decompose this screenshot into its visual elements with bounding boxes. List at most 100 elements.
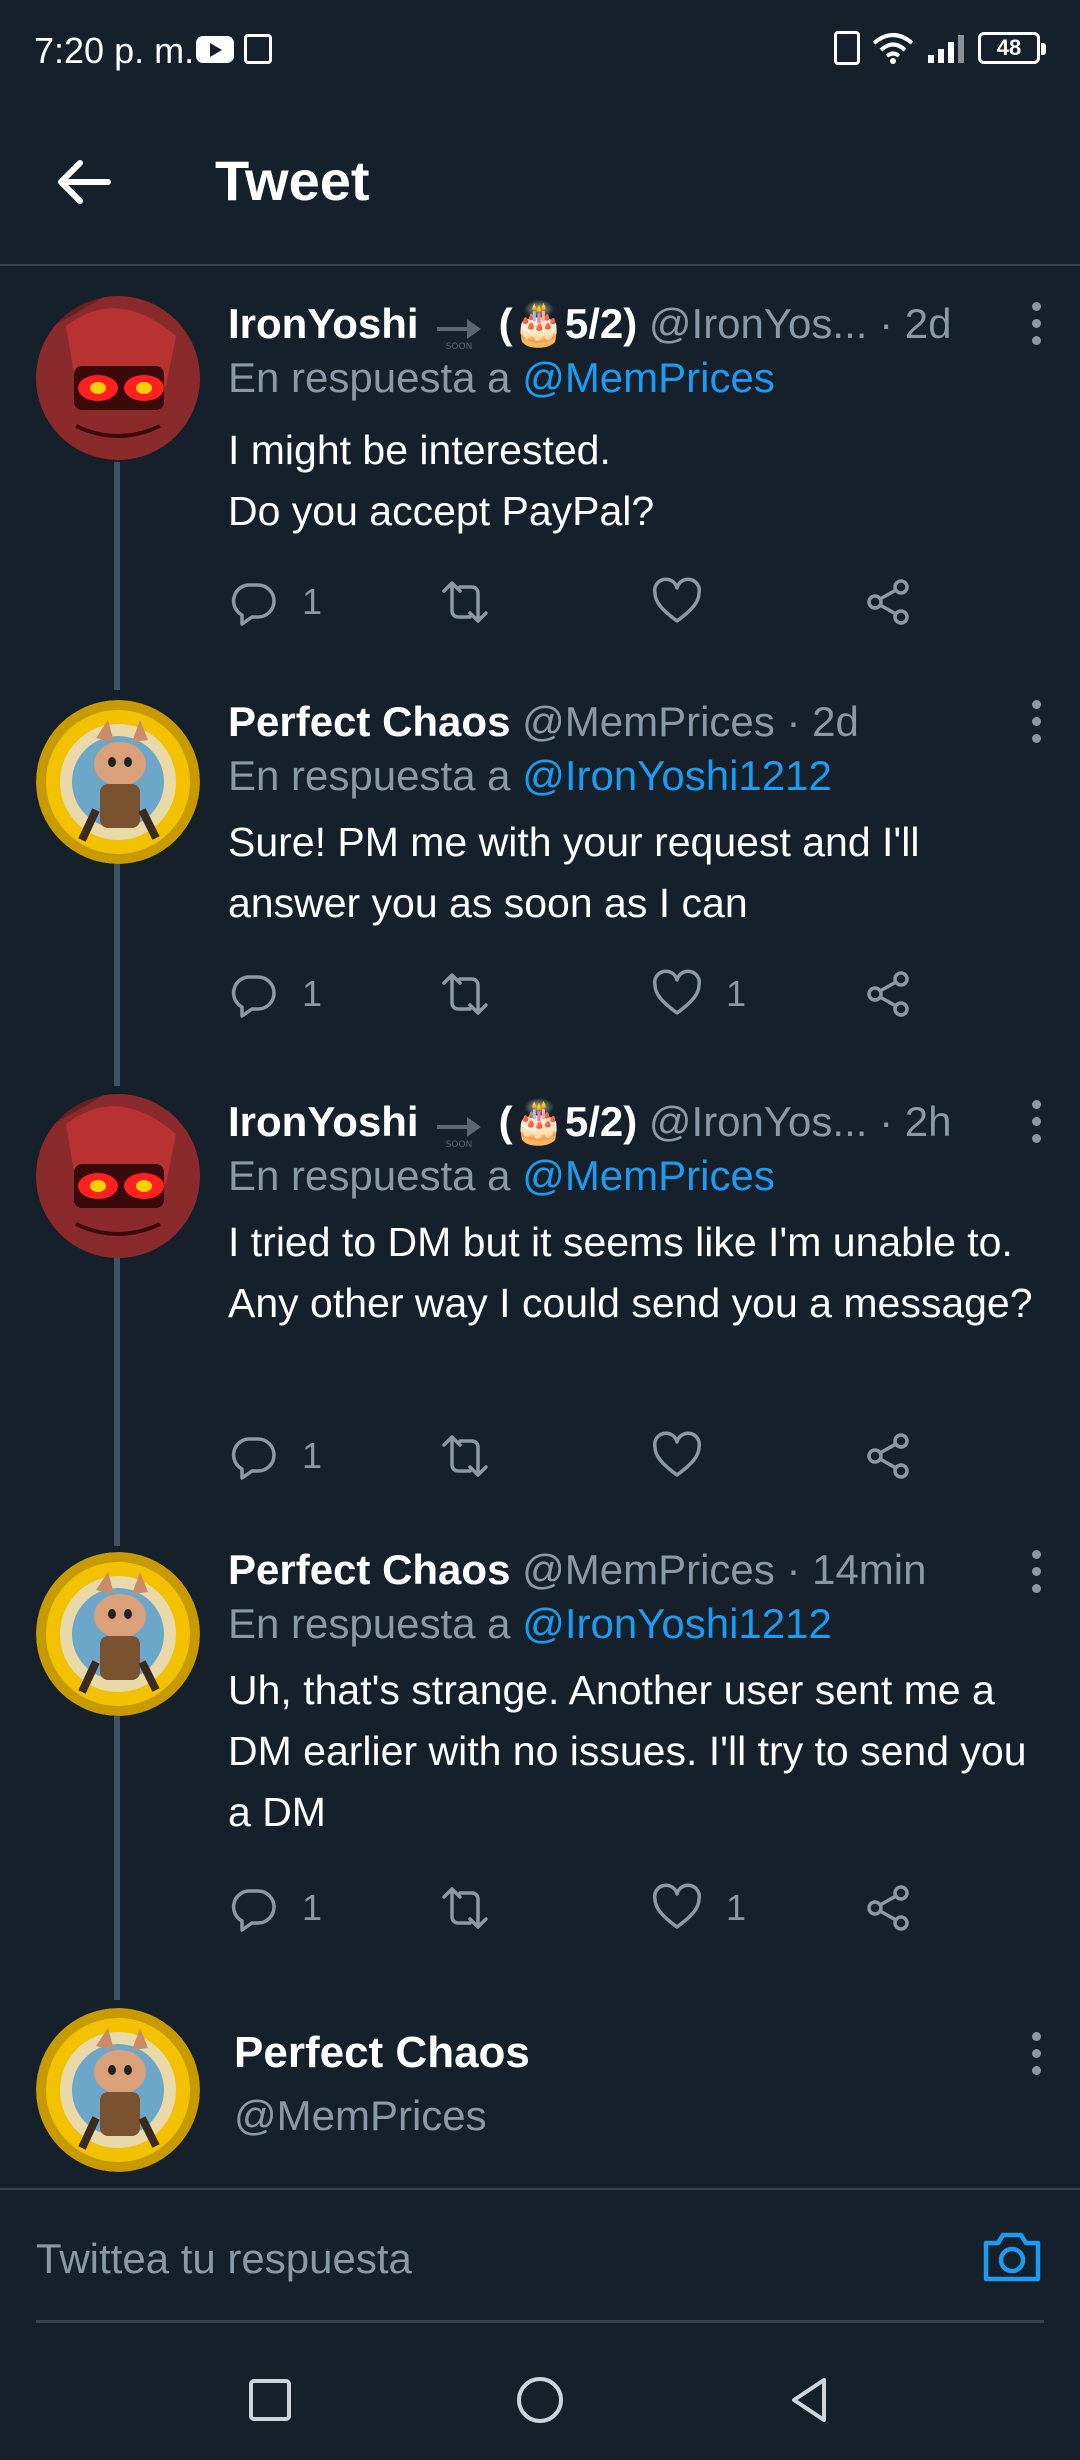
display-name[interactable]: IronYoshi: [228, 300, 419, 347]
reply-count: 1: [302, 581, 323, 622]
avatar[interactable]: [36, 700, 200, 864]
back-arrow-icon[interactable]: [52, 150, 116, 214]
name-badge: (🎂5/2): [498, 1098, 638, 1145]
page-title: Tweet: [215, 149, 370, 212]
reply-icon: [231, 1437, 276, 1480]
share-button[interactable]: [864, 1426, 914, 1486]
reply-mention-link[interactable]: @IronYoshi1212: [522, 1600, 832, 1647]
reply-context: En respuesta a @IronYoshi1212: [228, 1600, 832, 1648]
reply-mention-link[interactable]: @IronYoshi1212: [522, 752, 832, 799]
timestamp: · 14min: [786, 1546, 927, 1593]
status-bar: 7:20 p. m. 48: [0, 0, 1080, 100]
tweet-text: Uh, that's strange. Another user sent me…: [228, 1667, 1027, 1835]
like-button[interactable]: 1: [652, 1878, 746, 1938]
like-icon: [652, 969, 702, 1015]
thread-connector: [114, 1716, 120, 2000]
reply-button[interactable]: 1: [228, 964, 322, 1024]
retweet-button[interactable]: [440, 964, 490, 1024]
reply-icon: [231, 975, 276, 1018]
share-button[interactable]: [864, 1878, 914, 1938]
display-name[interactable]: Perfect Chaos: [228, 698, 510, 745]
thread-connector: [114, 462, 120, 690]
reply-prefix: En respuesta a: [228, 752, 523, 799]
display-name[interactable]: Perfect Chaos: [234, 2028, 530, 2078]
reply-icon: [231, 1889, 276, 1932]
avatar[interactable]: [36, 1552, 200, 1716]
avatar[interactable]: [36, 296, 200, 460]
reply-prefix: En respuesta a: [228, 354, 523, 401]
display-name[interactable]: IronYoshi: [228, 1098, 419, 1145]
youtube-notification-icon: [196, 36, 234, 63]
avatar[interactable]: [36, 2008, 200, 2172]
reply-button[interactable]: 1: [228, 1878, 322, 1938]
soon-label: SOON: [445, 342, 472, 351]
tweet-header: IronYoshi SOON (🎂5/2) @IronYos... · 2h: [228, 1092, 951, 1152]
handle: @IronYos...: [648, 300, 868, 347]
retweet-icon: [442, 581, 488, 623]
handle: @MemPrices: [234, 2092, 487, 2139]
reply-count: 1: [302, 1887, 323, 1928]
like-button[interactable]: [652, 1426, 726, 1486]
share-button[interactable]: [864, 572, 914, 632]
retweet-button[interactable]: [440, 572, 490, 632]
retweet-button[interactable]: [440, 1426, 490, 1486]
wifi-icon: [872, 33, 914, 64]
soon-arrow-icon: SOON: [433, 1105, 485, 1150]
timestamp: · 2d: [786, 698, 859, 745]
like-icon: [652, 1883, 702, 1929]
like-button[interactable]: [652, 572, 726, 632]
reply-context: En respuesta a @MemPrices: [228, 354, 775, 402]
handle: @MemPrices: [522, 1546, 775, 1593]
reply-button[interactable]: 1: [228, 1426, 322, 1486]
tweet-actions: 1: [228, 1426, 928, 1486]
more-icon[interactable]: [1026, 698, 1046, 746]
avatar[interactable]: [36, 1094, 200, 1258]
focused-tweet-author[interactable]: Perfect Chaos @MemPrices: [0, 2000, 1080, 2190]
reply-button[interactable]: 1: [228, 572, 322, 632]
retweet-button[interactable]: [440, 1878, 490, 1938]
status-indicators: 48: [834, 28, 1046, 68]
top-app-bar: Tweet: [0, 100, 1080, 266]
home-icon[interactable]: [510, 2370, 570, 2430]
thread-connector: [114, 1256, 120, 1546]
handle: @MemPrices: [522, 698, 775, 745]
reply-mention-link[interactable]: @MemPrices: [522, 1152, 775, 1199]
tweet-header: Perfect Chaos @MemPrices · 14min: [228, 1540, 927, 1600]
tweet-thread-screen: 7:20 p. m. 48 Tweet IronYoshi SOON (🎂5/2…: [0, 0, 1080, 2460]
vibrate-icon: [834, 31, 860, 65]
reply-count: 1: [302, 973, 323, 1014]
camera-icon[interactable]: [980, 2225, 1044, 2289]
gallery-notification-icon: [244, 34, 272, 64]
display-name[interactable]: Perfect Chaos: [228, 1546, 510, 1593]
battery-indicator: 48: [978, 32, 1046, 64]
recent-apps-icon[interactable]: [240, 2370, 300, 2430]
share-button[interactable]: [864, 964, 914, 1024]
share-icon: [867, 1885, 909, 1931]
name-badge: (🎂5/2): [498, 300, 638, 347]
share-icon: [867, 1433, 909, 1479]
tweet-text: Sure! PM me with your request and I'll a…: [228, 819, 920, 926]
more-icon[interactable]: [1026, 1098, 1046, 1146]
reply-mention-link[interactable]: @MemPrices: [522, 354, 775, 401]
more-icon[interactable]: [1026, 1548, 1046, 1596]
status-time: 7:20 p. m.: [34, 30, 195, 71]
reply-input[interactable]: [36, 2219, 936, 2299]
timestamp: · 2d: [879, 300, 952, 347]
more-icon[interactable]: [1026, 300, 1046, 348]
soon-arrow-icon: SOON: [433, 307, 485, 352]
system-navigation-bar: [0, 2340, 1080, 2460]
signal-icon: [926, 33, 966, 63]
soon-label: SOON: [445, 1140, 472, 1149]
more-icon[interactable]: [1026, 2030, 1046, 2078]
reply-context: En respuesta a @IronYoshi1212: [228, 752, 832, 800]
reply-icon: [231, 583, 276, 626]
like-icon: [652, 577, 702, 623]
reply-composer: [36, 2195, 1044, 2323]
tweet-actions: 1 1: [228, 1878, 928, 1938]
like-count: 1: [726, 1887, 747, 1928]
back-icon[interactable]: [780, 2370, 840, 2430]
like-button[interactable]: 1: [652, 964, 746, 1024]
retweet-icon: [442, 1435, 488, 1477]
tweet-text: I tried to DM but it seems like I'm unab…: [228, 1219, 1033, 1326]
reply-count: 1: [302, 1435, 323, 1476]
